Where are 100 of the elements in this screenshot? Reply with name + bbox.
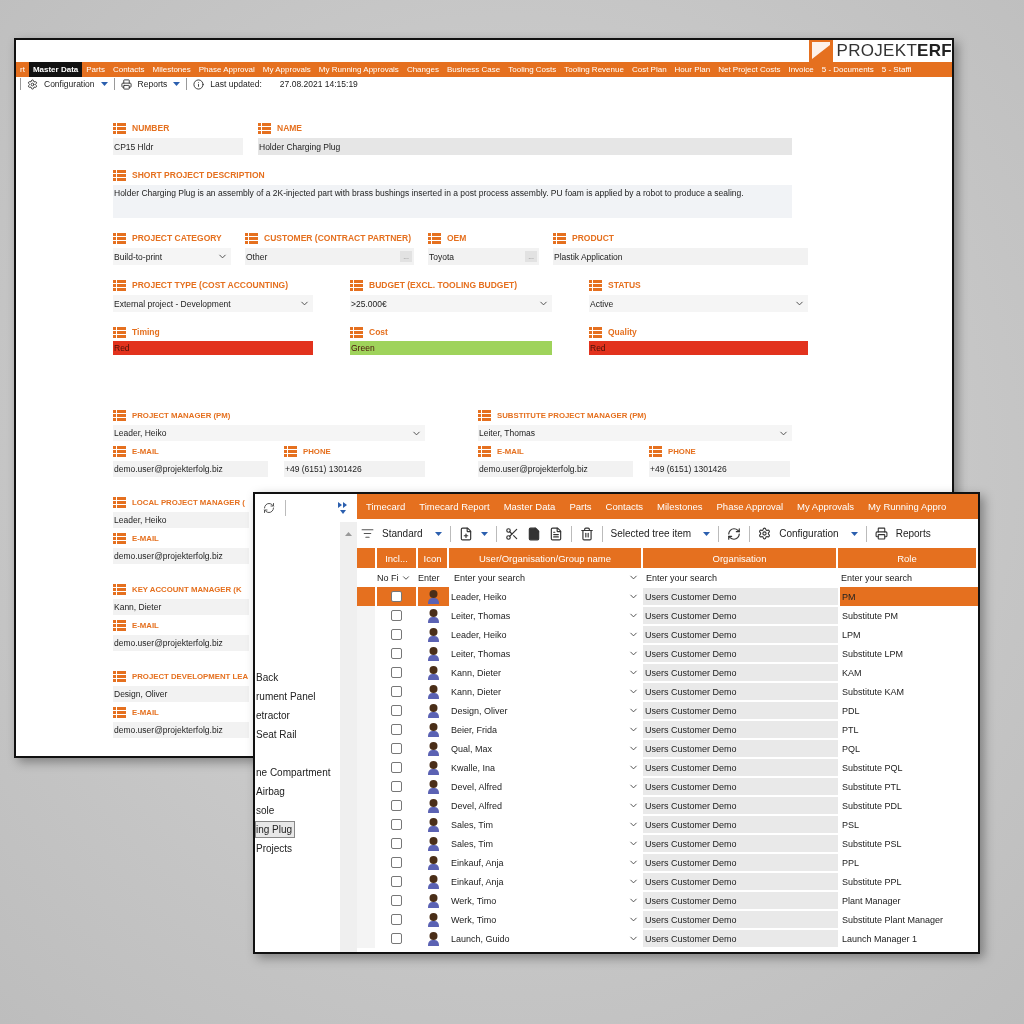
delete-icon[interactable] bbox=[579, 526, 594, 541]
checkbox[interactable] bbox=[391, 724, 402, 735]
text-field[interactable]: Other bbox=[245, 251, 268, 262]
avatar-icon bbox=[428, 855, 439, 870]
text-field[interactable]: Holder Charging Plug bbox=[258, 138, 792, 155]
text-field[interactable]: Kann, Dieter bbox=[113, 599, 249, 615]
logo-text: PROJEKTERF bbox=[836, 41, 952, 62]
configuration-dropdown[interactable]: Configuration bbox=[779, 528, 858, 539]
avatar-icon bbox=[428, 817, 439, 832]
text-field[interactable]: Leader, Heiko bbox=[113, 512, 249, 528]
tree-item[interactable]: sole bbox=[255, 802, 278, 819]
reports-dropdown[interactable]: Reports bbox=[137, 79, 181, 90]
tab[interactable]: Master Data bbox=[28, 62, 83, 77]
search-field[interactable]: Enter your search bbox=[643, 569, 783, 586]
checkbox[interactable] bbox=[391, 629, 402, 640]
filter-field[interactable]: Enter bbox=[418, 568, 449, 587]
list-icon bbox=[284, 446, 297, 457]
select-field[interactable]: Build-to-print bbox=[113, 248, 231, 265]
user-name: Design, Oliver bbox=[451, 705, 508, 716]
checkbox[interactable] bbox=[391, 914, 402, 925]
select-field[interactable]: Leader, Heiko bbox=[113, 425, 425, 441]
filter-select[interactable]: No Fi bbox=[377, 572, 411, 583]
select-field[interactable]: External project - Development bbox=[113, 295, 313, 312]
tree-item[interactable]: Airbag bbox=[255, 783, 288, 800]
tree-item[interactable]: ne Compartment bbox=[255, 764, 334, 781]
select-field[interactable]: Leiter, Thomas bbox=[478, 425, 792, 441]
list-icon bbox=[113, 122, 126, 134]
tree-item[interactable]: ing Plug bbox=[255, 821, 296, 838]
user-name: Leiter, Thomas bbox=[451, 610, 511, 621]
file-icon[interactable] bbox=[526, 526, 541, 541]
checkbox[interactable] bbox=[391, 895, 402, 906]
user-name: Werk, Timo bbox=[451, 895, 497, 906]
text-field[interactable]: demo.user@projekterfolg.biz bbox=[113, 635, 249, 651]
text-field[interactable]: CP15 Hldr bbox=[113, 138, 243, 155]
text-field[interactable]: demo.user@projekterfolg.biz bbox=[478, 461, 633, 477]
scrollbar[interactable] bbox=[340, 522, 357, 952]
text-field[interactable]: Design, Oliver bbox=[113, 686, 249, 702]
user-name: Kwalle, Ina bbox=[451, 762, 496, 773]
new-file-icon[interactable] bbox=[458, 526, 473, 541]
text-field[interactable]: demo.user@projekterfolg.biz bbox=[113, 461, 268, 477]
checkbox[interactable] bbox=[391, 686, 402, 697]
checkbox[interactable] bbox=[391, 648, 402, 659]
select-field[interactable]: >25.000€ bbox=[350, 295, 552, 312]
list-icon bbox=[113, 326, 126, 338]
settings-icon[interactable] bbox=[758, 527, 772, 540]
info-icon[interactable] bbox=[193, 78, 205, 90]
text-field[interactable]: demo.user@projekterfolg.biz bbox=[113, 548, 249, 564]
print-icon[interactable] bbox=[874, 527, 888, 540]
tree-item[interactable]: etractor bbox=[255, 707, 293, 724]
search-field[interactable]: Enter your search bbox=[838, 569, 978, 586]
text-field[interactable]: Plastik Application bbox=[553, 248, 808, 265]
cut-icon[interactable] bbox=[504, 526, 519, 541]
checkbox[interactable] bbox=[391, 800, 402, 811]
search-field[interactable]: Enter your search bbox=[451, 569, 591, 586]
table-cell: Users Customer Demo bbox=[643, 797, 838, 814]
avatar-icon bbox=[428, 893, 439, 908]
list-icon bbox=[589, 279, 602, 291]
text-area[interactable]: Holder Charging Plug is an assembly of a 2K-injected part with brass bushings inserted in a post process assembly. PU foam is applied by a robot to produce a sealing. bbox=[113, 185, 792, 218]
list-icon bbox=[113, 584, 126, 595]
checkbox[interactable] bbox=[391, 838, 402, 849]
reports-dropdown[interactable]: Reports bbox=[895, 528, 931, 539]
checkbox[interactable] bbox=[391, 667, 402, 678]
tree-item[interactable]: Projects bbox=[255, 840, 296, 857]
table-cell: Users Customer Demo bbox=[643, 778, 838, 795]
tree-item[interactable]: Seat Rail bbox=[255, 726, 300, 743]
checkbox[interactable] bbox=[391, 876, 402, 887]
refresh-icon[interactable] bbox=[727, 526, 742, 541]
configuration-dropdown[interactable]: Configuration bbox=[44, 79, 108, 90]
checkbox[interactable] bbox=[391, 705, 402, 716]
settings-icon[interactable] bbox=[27, 78, 38, 90]
last-updated-label: Last updated: bbox=[210, 79, 262, 90]
checkbox[interactable] bbox=[391, 743, 402, 754]
refresh-icon[interactable] bbox=[263, 502, 275, 514]
text-field[interactable]: demo.user@projekterfolg.biz bbox=[113, 722, 249, 738]
caret-icon bbox=[100, 82, 108, 87]
scroll-up-icon[interactable] bbox=[345, 532, 352, 536]
checkbox[interactable] bbox=[391, 762, 402, 773]
text-field[interactable]: +49 (6151) 1301426 bbox=[284, 461, 425, 477]
checkbox[interactable] bbox=[391, 819, 402, 830]
expand-icon[interactable] bbox=[338, 502, 348, 514]
checkbox[interactable] bbox=[391, 591, 402, 602]
tree-item[interactable]: Back bbox=[255, 669, 282, 686]
filter-icon[interactable] bbox=[361, 527, 374, 540]
scope-dropdown[interactable]: Selected tree item bbox=[610, 528, 711, 539]
user-name: Einkauf, Anja bbox=[451, 857, 504, 868]
user-name: Leader, Heiko bbox=[451, 629, 507, 640]
checkbox[interactable] bbox=[391, 857, 402, 868]
document-icon[interactable] bbox=[548, 526, 563, 541]
row-selector[interactable] bbox=[357, 587, 377, 606]
select-field[interactable]: Active bbox=[589, 295, 808, 312]
checkbox[interactable] bbox=[391, 610, 402, 621]
view-dropdown[interactable]: Standard bbox=[382, 528, 442, 539]
tree-item[interactable]: rument Panel bbox=[255, 688, 319, 705]
text-field[interactable]: +49 (6151) 1301426 bbox=[649, 461, 790, 477]
field-label: STATUS bbox=[608, 280, 641, 290]
checkbox[interactable] bbox=[391, 781, 402, 792]
text-field[interactable]: Toyota bbox=[428, 251, 455, 262]
checkbox[interactable] bbox=[391, 933, 402, 944]
list-icon bbox=[245, 232, 258, 244]
print-icon[interactable] bbox=[120, 78, 132, 90]
